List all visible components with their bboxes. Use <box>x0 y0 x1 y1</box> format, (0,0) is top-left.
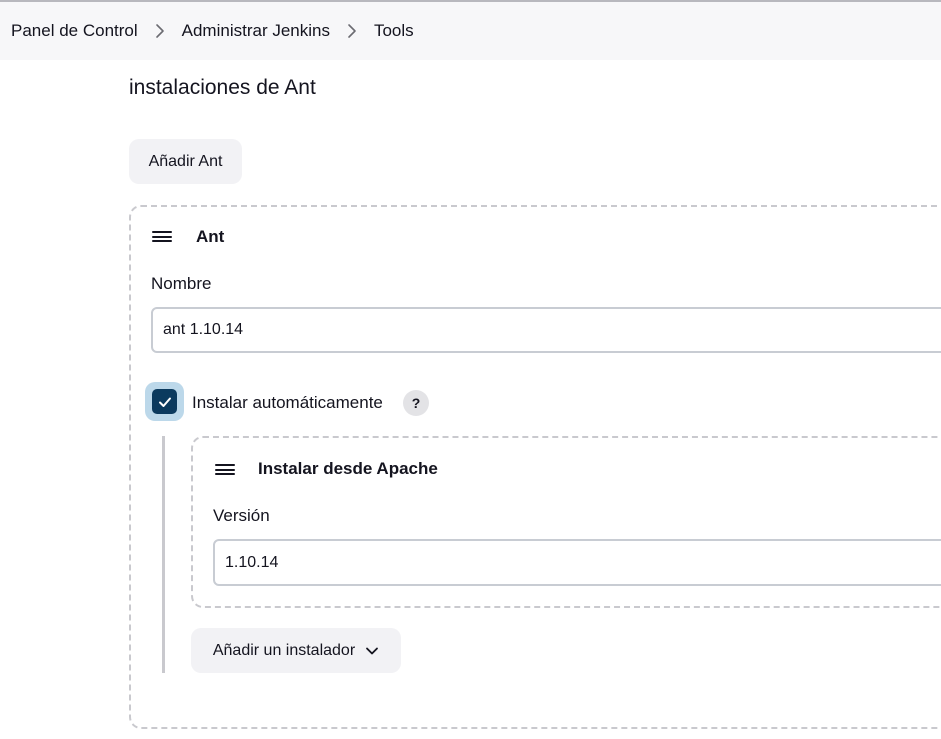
installer-card-title: Instalar desde Apache <box>258 459 438 478</box>
chevron-down-icon <box>365 646 379 656</box>
version-label: Versión <box>213 506 270 525</box>
auto-install-checkbox[interactable] <box>145 382 184 421</box>
name-input[interactable]: ant 1.10.14 <box>151 307 941 353</box>
section-title: instalaciones de Ant <box>129 76 316 99</box>
chevron-right-icon <box>330 21 374 41</box>
breadcrumb-item-tools[interactable]: Tools <box>374 21 414 41</box>
breadcrumb-item-manage-jenkins[interactable]: Administrar Jenkins <box>182 21 330 41</box>
drag-handle-icon[interactable] <box>215 464 235 475</box>
add-installer-label: Añadir un instalador <box>212 641 356 659</box>
help-icon[interactable]: ? <box>403 390 429 416</box>
breadcrumb-item-dashboard[interactable]: Panel de Control <box>11 21 138 41</box>
name-label: Nombre <box>151 274 212 293</box>
drag-handle-icon[interactable] <box>152 231 172 242</box>
auto-install-label[interactable]: Instalar automáticamente <box>192 393 383 413</box>
nested-section-line <box>162 436 165 673</box>
version-input[interactable]: 1.10.14 <box>213 539 941 586</box>
add-ant-button[interactable]: Añadir Ant <box>129 139 242 184</box>
check-icon <box>152 389 177 414</box>
ant-card-title: Ant <box>196 227 225 246</box>
chevron-right-icon <box>138 21 182 41</box>
breadcrumb: Panel de Control Administrar Jenkins Too… <box>0 2 941 60</box>
add-installer-button[interactable]: Añadir un instalador <box>191 628 401 673</box>
